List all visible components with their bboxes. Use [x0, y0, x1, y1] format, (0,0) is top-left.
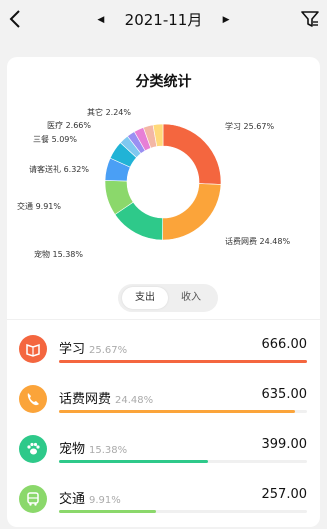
month-label[interactable]: 2021-11月 — [125, 9, 203, 30]
progress-track — [59, 410, 307, 413]
progress-fill — [59, 460, 208, 463]
category-name: 交通 9.91% — [59, 492, 121, 507]
slice-label: 宠物 15.38% — [34, 249, 83, 259]
next-month-icon[interactable]: ▶ — [219, 15, 233, 25]
category-donut-chart: 学习 25.67% 话费网费 24.48% 宠物 15.38% 交通 9.91% 请客送… — [17, 107, 290, 259]
divider — [7, 319, 320, 320]
prev-month-icon[interactable]: ◀ — [94, 15, 108, 25]
slice-label: 医疗 2.66% — [47, 120, 91, 130]
slice-label: 请客送礼 6.32% — [29, 164, 89, 174]
category-amount: 399.00 — [261, 437, 308, 452]
category-stats-card: 分类统计 学习 25.67% 话费网费 24.48% 宠物 15.38% 交通 9.9… — [7, 57, 320, 527]
category-name: 宠物 15.38% — [59, 442, 128, 457]
slice-0 — [162, 123, 222, 185]
expense-tab[interactable]: 支出 — [122, 287, 168, 309]
progress-track — [59, 360, 307, 363]
slice-label: 学习 25.67% — [225, 121, 274, 131]
category-percent: 24.48% — [115, 395, 154, 406]
progress-fill — [59, 510, 156, 513]
top-bar: ◀ 2021-11月 ▶ — [0, 0, 327, 40]
category-percent: 15.38% — [89, 445, 128, 456]
slice-label: 交通 9.91% — [17, 201, 61, 211]
progress-fill — [59, 410, 295, 413]
list-item[interactable]: 话费网费 24.48% 635.00 — [7, 377, 320, 429]
paw-icon — [19, 435, 47, 463]
phone-icon — [19, 385, 47, 413]
list-item[interactable]: 宠物 15.38% 399.00 — [7, 427, 320, 479]
bus-icon — [19, 485, 47, 513]
slice-label: 话费网费 24.48% — [225, 236, 290, 246]
category-name: 学习 25.67% — [59, 342, 128, 357]
slice-1 — [162, 183, 222, 241]
filter-icon[interactable] — [301, 10, 319, 28]
category-amount: 666.00 — [261, 337, 308, 352]
slice-label: 三餐 5.09% — [33, 135, 77, 144]
list-item[interactable]: 学习 25.67% 666.00 — [7, 327, 320, 379]
slice-label: 其它 2.24% — [87, 107, 131, 117]
progress-track — [59, 460, 307, 463]
book-icon — [19, 335, 47, 363]
expense-income-toggle: 支出 收入 — [118, 284, 218, 312]
progress-track — [59, 510, 307, 513]
income-tab[interactable]: 收入 — [168, 287, 214, 309]
category-percent: 25.67% — [89, 345, 128, 356]
category-amount: 257.00 — [261, 487, 308, 502]
list-item[interactable]: 交通 9.91% 257.00 — [7, 477, 320, 529]
category-percent: 9.91% — [89, 495, 121, 506]
category-name: 话费网费 24.48% — [59, 392, 154, 407]
category-amount: 635.00 — [261, 387, 308, 402]
progress-fill — [59, 360, 307, 363]
month-navigator: ◀ 2021-11月 ▶ — [0, 9, 327, 31]
